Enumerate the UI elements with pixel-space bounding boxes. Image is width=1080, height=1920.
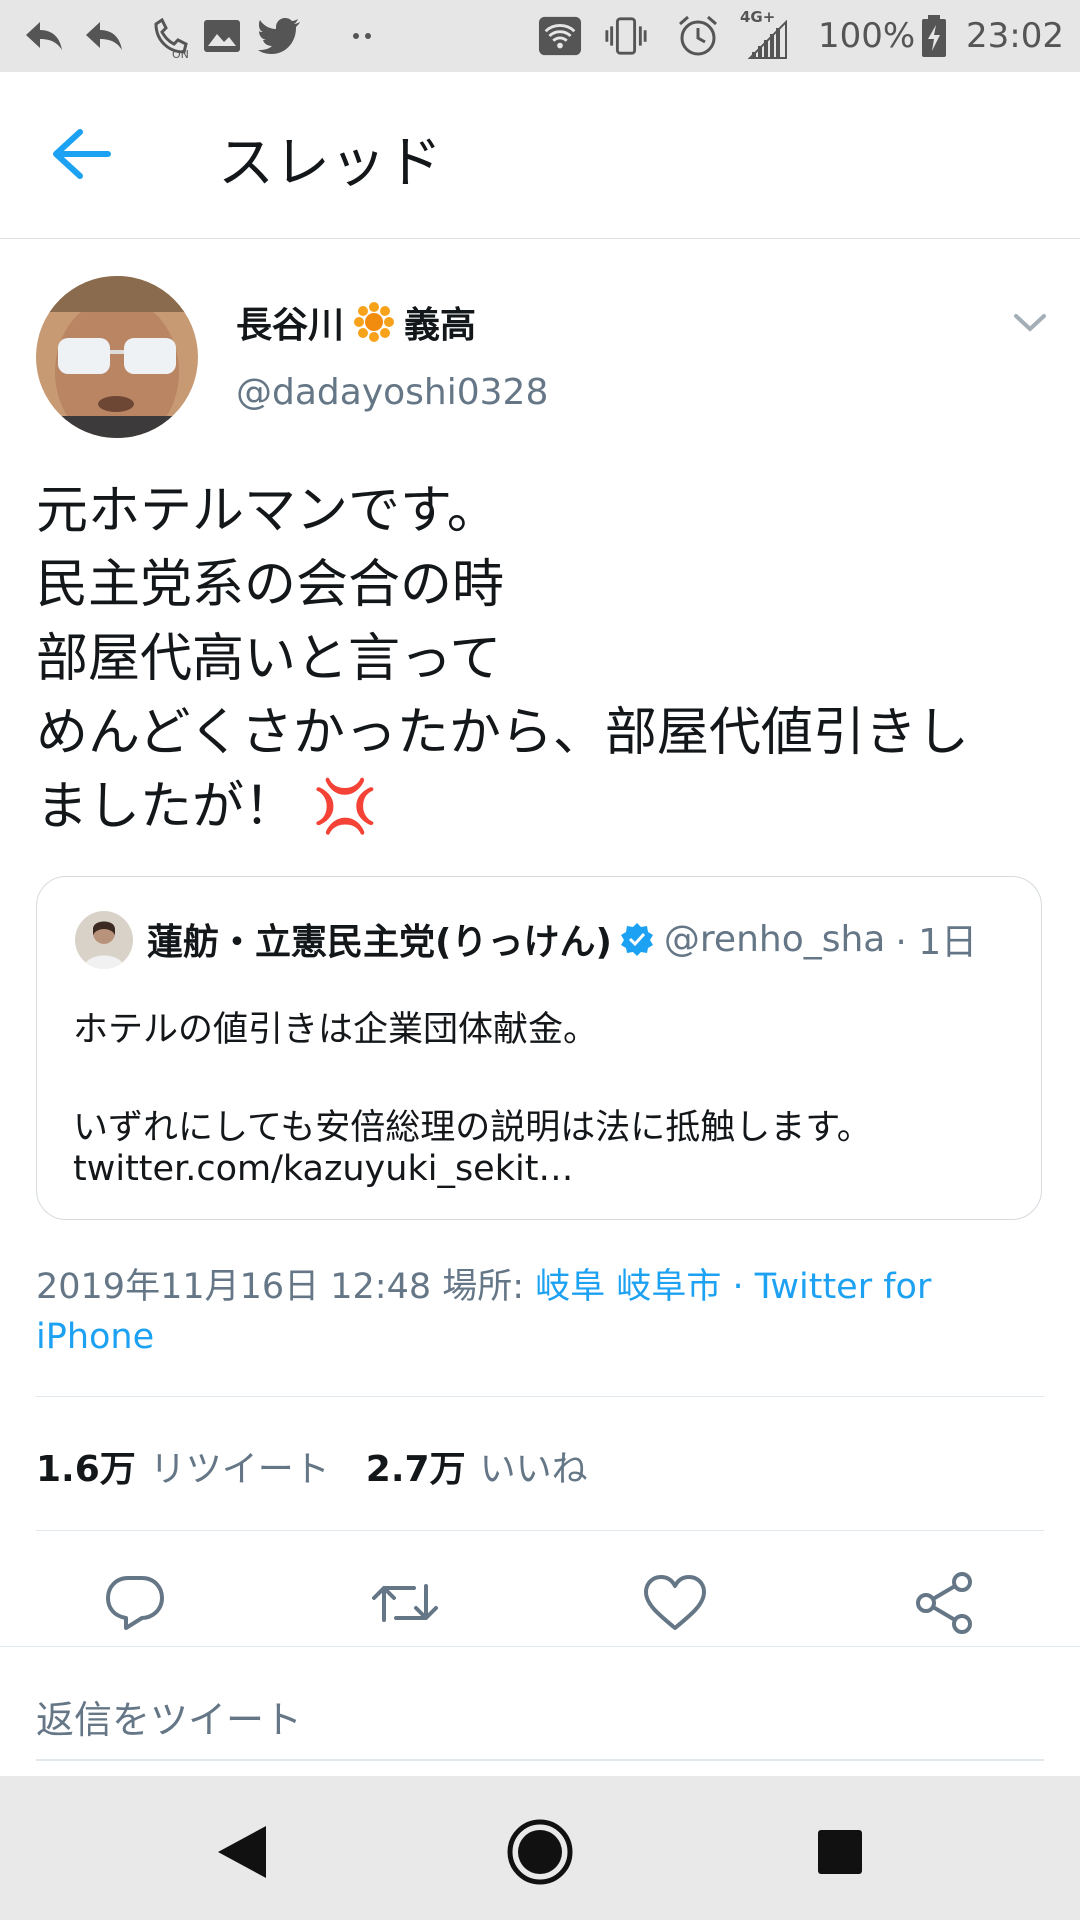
page-title: スレッド <box>218 131 442 196</box>
retweet-icon[interactable] <box>370 1570 440 1636</box>
quoted-avatar <box>75 911 133 969</box>
alarm-icon <box>676 14 720 58</box>
reply-composer: 返信をツイート <box>0 1646 1080 1777</box>
quoted-link[interactable]: twitter.com/kazuyuki_sekit… <box>73 1149 573 1189</box>
nav-recents-icon[interactable] <box>816 1828 864 1876</box>
quoted-display-name: 蓮舫・立憲民主党(りっけん) <box>147 922 612 963</box>
top-app-bar: スレッド <box>0 72 1080 239</box>
wifi-calling-icon: ON <box>150 14 194 58</box>
quoted-tweet-card[interactable]: 蓮舫・立憲民主党(りっけん) @renho_sha · 1日 ホテルの値引きは企… <box>36 876 1042 1220</box>
battery-charging-icon <box>912 14 956 58</box>
reply-input[interactable]: 返信をツイート <box>36 1689 302 1744</box>
avatar[interactable] <box>36 276 198 438</box>
nav-back-icon[interactable] <box>212 1822 272 1882</box>
nav-home-icon[interactable] <box>506 1818 574 1886</box>
system-nav-bar <box>0 1776 1080 1920</box>
divider <box>36 1530 1044 1531</box>
vibrate-icon <box>604 14 648 58</box>
like-label[interactable]: いいね <box>480 1440 588 1492</box>
svg-text:ON: ON <box>172 48 189 58</box>
status-bar: ON 4G+ 100% 23:02 <box>0 0 1080 72</box>
user-handle[interactable]: @dadayoshi0328 <box>236 372 548 413</box>
image-icon <box>200 14 244 58</box>
place-label: 場所: <box>442 1267 525 1307</box>
battery-percent: 100% <box>818 16 916 56</box>
tweet-text: 元ホテルマンです。 民主党系の会合の時 部屋代高いと言って めんどくさかったから… <box>36 481 969 837</box>
reply-icon[interactable] <box>100 1570 170 1636</box>
more-dots-icon <box>340 14 384 58</box>
wifi-icon <box>538 14 582 58</box>
retweet-count[interactable]: 1.6万 <box>36 1440 136 1492</box>
like-count[interactable]: 2.7万 <box>366 1440 466 1492</box>
verified-badge-icon <box>620 922 654 956</box>
tweet-stats: 1.6万 リツイート 2.7万 いいね <box>36 1440 624 1492</box>
share-icon[interactable] <box>910 1570 980 1636</box>
retweet-label[interactable]: リツイート <box>150 1440 330 1492</box>
quoted-author: 蓮舫・立憲民主党(りっけん) @renho_sha · 1日 <box>147 913 977 965</box>
tweet-datetime: 2019年11月16日 12:48 <box>36 1267 432 1307</box>
reply-underline <box>36 1759 1044 1761</box>
meta-separator: · <box>732 1267 744 1307</box>
chevron-down-icon[interactable] <box>1010 302 1050 342</box>
like-heart-icon[interactable] <box>640 1570 710 1636</box>
reply-arrow-icon <box>22 14 66 58</box>
twitter-bird-icon <box>258 14 302 58</box>
clock: 23:02 <box>966 16 1064 56</box>
signal-4g-icon: 4G+ <box>740 8 790 64</box>
sunflower-emoji-icon <box>354 302 395 342</box>
reply-arrow-icon <box>82 14 126 58</box>
quoted-text-line-2: いずれにしても安倍総理の説明は法に抵触します。 <box>73 1108 872 1148</box>
place-link[interactable]: 岐阜 岐阜市 <box>535 1267 721 1307</box>
tweet-meta: 2019年11月16日 12:48 場所: 岐阜 岐阜市 · Twitter f… <box>36 1262 1036 1362</box>
divider <box>36 1396 1044 1397</box>
user-display-name[interactable]: 長谷川 義高 <box>236 296 476 348</box>
quoted-time: · 1日 <box>895 922 978 963</box>
quoted-text-line-1: ホテルの値引きは企業団体献金。 <box>73 1010 599 1050</box>
quoted-handle: @renho_sha <box>663 918 886 960</box>
back-arrow-icon[interactable] <box>50 128 114 180</box>
